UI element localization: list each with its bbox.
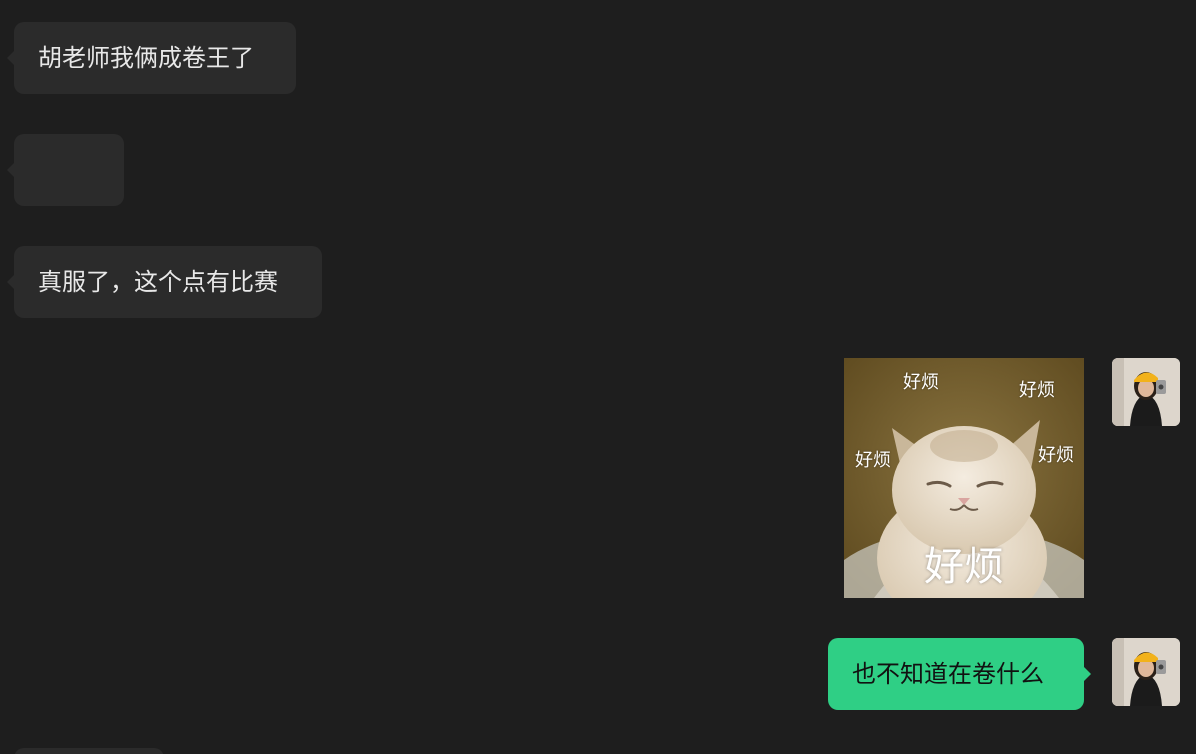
sticker-word: 好烦 — [1038, 445, 1074, 466]
sticker-word: 好烦 — [903, 372, 939, 393]
avatar-photo-icon — [1112, 638, 1180, 706]
incoming-message-bubble-partial[interactable] — [14, 748, 164, 754]
message-text: 胡老师我俩成卷王了 — [38, 44, 254, 72]
incoming-empty-message-bubble[interactable] — [7, 134, 124, 206]
incoming-message-bubble[interactable]: 真服了，这个点有比赛 — [7, 246, 322, 318]
chat-area[interactable]: 胡老师我俩成卷王了 真服了，这个点有比赛 好烦 好烦 好烦 好烦 好烦 也不知道… — [0, 0, 1196, 754]
avatar-photo-icon — [1112, 358, 1180, 426]
cat-sticker-image[interactable]: 好烦 好烦 好烦 好烦 好烦 — [844, 358, 1084, 598]
outgoing-message-bubble[interactable]: 也不知道在卷什么 — [828, 638, 1091, 710]
user-avatar[interactable] — [1112, 358, 1180, 426]
incoming-message-bubble[interactable]: 胡老师我俩成卷王了 — [7, 22, 296, 94]
user-avatar[interactable] — [1112, 638, 1180, 706]
sticker-word: 好烦 — [1019, 380, 1055, 401]
message-text: 也不知道在卷什么 — [852, 660, 1044, 688]
sticker-caption: 好烦 — [924, 544, 1004, 590]
message-text: 真服了，这个点有比赛 — [38, 268, 278, 296]
sticker-word: 好烦 — [855, 450, 891, 471]
